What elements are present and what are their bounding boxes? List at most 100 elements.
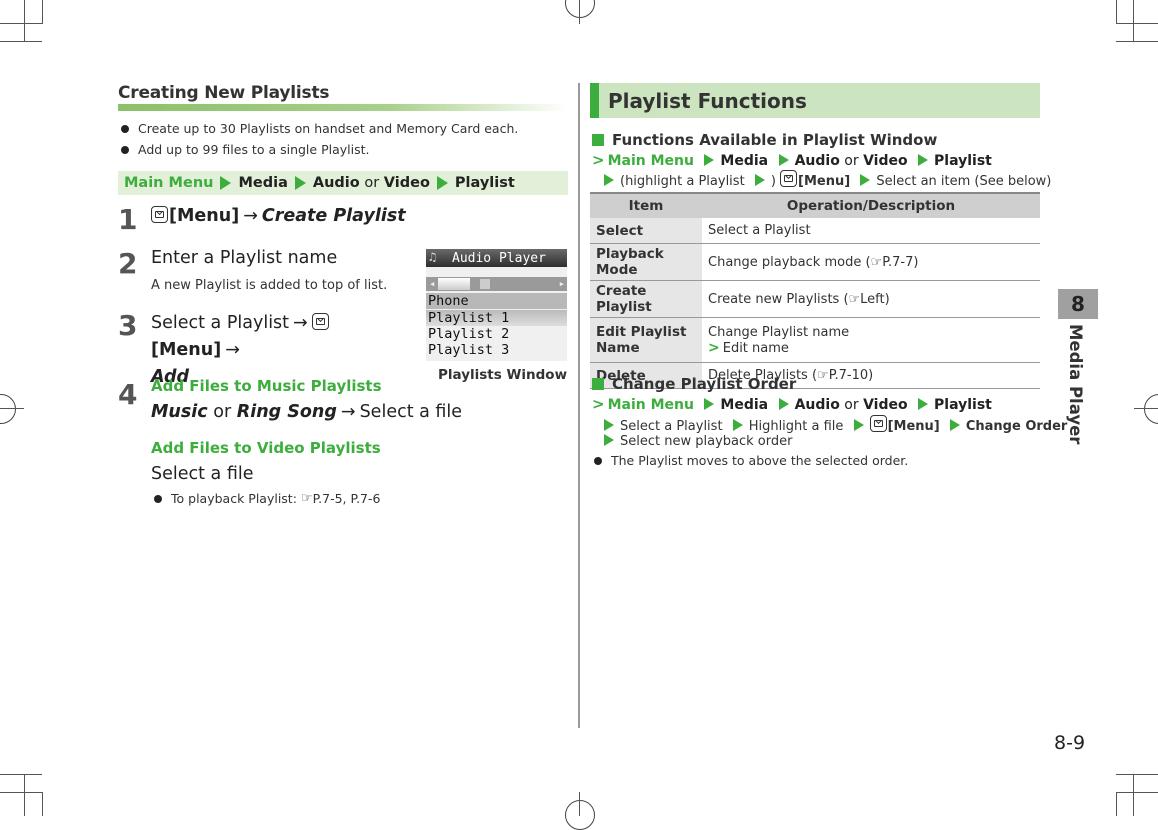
path-media: Media xyxy=(720,153,769,169)
chapter-number-tab: 8 xyxy=(1058,289,1098,319)
play-arrow-icon xyxy=(918,154,929,166)
path-playlist: Playlist xyxy=(934,153,992,169)
path-main-menu: Main Menu xyxy=(607,153,694,169)
play-arrow-icon xyxy=(853,419,864,431)
menu-key-label: [Menu] xyxy=(151,340,222,360)
crop-mark xyxy=(42,0,43,24)
path-select: Select an item (See below) xyxy=(876,174,1052,189)
step-number: 1 xyxy=(118,203,138,236)
play-arrow-icon xyxy=(604,434,614,446)
play-arrow-icon xyxy=(220,176,232,190)
registration-mark xyxy=(0,394,16,424)
mail-key-icon xyxy=(151,206,168,223)
crop-mark xyxy=(579,792,580,816)
path-media: Media xyxy=(720,397,769,413)
bullet-icon xyxy=(121,145,129,154)
playlist-row: Playlist 2 xyxy=(428,326,510,342)
desc-text: Change playback mode ( xyxy=(708,254,871,270)
playlists-window-figure: ♫ Audio Player ◀ ▶ Phone Playlist 1 Play… xyxy=(426,249,567,361)
path-highlight: Highlight a file xyxy=(748,419,844,434)
play-arrow-icon xyxy=(436,176,448,190)
functions-table: Item Operation/Description Select Select… xyxy=(590,192,1040,389)
crop-mark xyxy=(579,0,580,24)
registration-mark xyxy=(565,0,595,18)
functions-table-wrap: Item Operation/Description Select Select… xyxy=(590,192,1040,389)
step-number: 3 xyxy=(118,309,138,342)
page-reference[interactable]: P.7-10 xyxy=(829,368,868,383)
mail-key-icon xyxy=(780,170,798,187)
figure-title: Audio Player xyxy=(452,250,546,266)
path-main-menu: Main Menu xyxy=(124,175,214,191)
crop-mark xyxy=(24,0,25,42)
ring-song-option: Ring Song xyxy=(236,402,337,422)
path-video: Video xyxy=(863,397,908,413)
crop-mark xyxy=(1116,792,1117,816)
play-arrow-icon xyxy=(778,154,789,166)
bullet-text: Add up to 99 files to a single Playlist. xyxy=(138,142,370,157)
play-arrow-icon xyxy=(604,419,614,431)
desc-cell: Select a Playlist xyxy=(702,218,1040,244)
crop-mark xyxy=(0,408,24,409)
menu-path-continued: Select new playback order xyxy=(604,434,792,449)
arrow: → xyxy=(340,402,356,422)
play-arrow-icon xyxy=(604,174,614,186)
tab-card xyxy=(480,279,491,289)
menu-key-label: [Menu] xyxy=(169,206,240,226)
desc-cell: Change Playlist name > Edit name xyxy=(702,317,1040,363)
path-video: Video xyxy=(863,153,908,169)
play-arrow-icon xyxy=(754,174,765,186)
crop-mark xyxy=(0,23,42,24)
page-reference[interactable]: P.7-7 xyxy=(882,255,913,270)
menu-path: > Main Menu Media Audio or Video Playlist xyxy=(592,151,992,169)
path-playlist: Playlist xyxy=(454,175,515,191)
bullet-item: Create up to 30 Playlists on handset and… xyxy=(121,121,518,136)
play-arrow-icon xyxy=(704,398,715,410)
pointing-hand-icon: ☞ xyxy=(300,491,313,506)
crop-mark xyxy=(1116,23,1158,24)
crop-mark xyxy=(1116,792,1158,793)
bullet-item: The Playlist moves to above the selected… xyxy=(594,453,908,468)
desc-text: Create new Playlists ( xyxy=(708,291,849,307)
registration-mark xyxy=(565,800,595,830)
sub-text: Edit name xyxy=(722,340,789,356)
table-row: Create Playlist Create new Playlists (☞L… xyxy=(590,280,1040,318)
menu-path: Main Menu Media Audio or Video Playlist xyxy=(118,171,568,195)
play-arrow-icon xyxy=(949,419,960,431)
section-title: Playlist Functions xyxy=(608,88,807,113)
page-reference[interactable]: Left xyxy=(860,292,884,307)
mail-key-icon xyxy=(869,415,887,432)
path-playlist: Playlist xyxy=(934,397,992,413)
left-arrow-icon: ◀ xyxy=(430,280,435,288)
bullet-icon xyxy=(594,456,602,465)
page-reference[interactable]: P.7-5, P.7-6 xyxy=(313,491,381,506)
column-header: Item xyxy=(590,192,702,218)
bullet-icon xyxy=(154,494,162,503)
step-2-text: Enter a Playlist name xyxy=(151,248,338,268)
greater-than-icon: > xyxy=(592,151,605,169)
step-number: 2 xyxy=(118,247,138,280)
subheading-text: Functions Available in Playlist Window xyxy=(612,131,938,149)
crop-mark xyxy=(1134,408,1158,409)
step-text: Select a Playlist xyxy=(151,313,290,333)
crop-mark xyxy=(1133,0,1134,42)
table-row: Select Select a Playlist xyxy=(590,218,1040,244)
greater-than-icon: > xyxy=(708,339,720,356)
crop-mark xyxy=(0,792,42,793)
square-bullet-icon xyxy=(592,134,604,146)
crop-mark xyxy=(1133,774,1134,816)
path-media: Media xyxy=(238,175,288,191)
subheading: Functions Available in Playlist Window xyxy=(592,131,937,149)
audio-player-titlebar: ♫ Audio Player xyxy=(426,249,567,267)
registration-mark xyxy=(1144,394,1158,424)
bullet-icon xyxy=(121,124,129,133)
section-header: Playlist Functions xyxy=(590,83,1040,118)
path-or: or xyxy=(844,153,859,169)
music-heading: Add Files to Music Playlists xyxy=(151,377,382,395)
crop-mark xyxy=(0,41,42,42)
square-bullet-icon xyxy=(592,378,604,390)
item-cell: Edit Playlist Name xyxy=(590,317,702,363)
pointing-hand-icon: ☞ xyxy=(870,254,883,270)
music-option: Music xyxy=(151,402,208,422)
pointing-hand-icon: ☞ xyxy=(817,368,829,383)
item-cell: Select xyxy=(590,218,702,244)
